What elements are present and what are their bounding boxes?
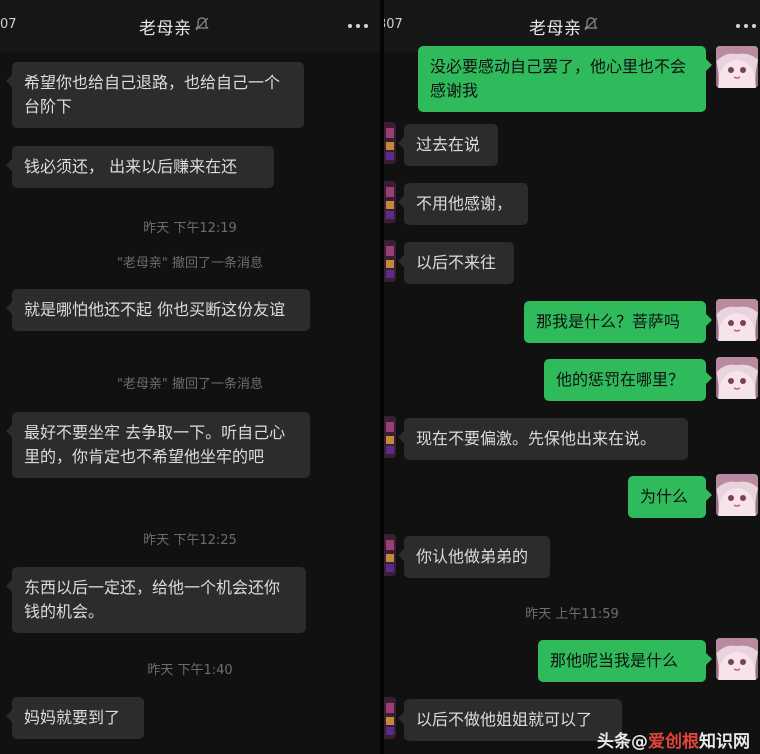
timestamp: 昨天 下午12:19 [143,221,237,236]
left-chat-screen: 07 老母亲 希望你也给自己退路，也给自己一个台阶下 钱必须还， 出来以后赚来在… [0,0,380,754]
unread-count[interactable]: 307 [384,17,403,32]
message-incoming: 最好不要坐牢 去争取一下。听自己心里的，你肯定也不希望他坐牢的吧 [6,412,310,478]
recall-notice: "老母亲" 撤回了一条消息 [116,377,264,392]
message-incoming: 你认他做弟弟的 [398,536,550,578]
message-incoming: 以后不来往 [398,242,514,284]
mute-icon [584,17,598,31]
message-incoming: 现在不要偏激。先保他出来在说。 [398,418,688,460]
my-avatar[interactable] [716,474,758,516]
message-outgoing: 他的惩罚在哪里？ [544,359,712,401]
unread-count[interactable]: 07 [0,17,17,32]
timestamp: 昨天 下午12:25 [143,533,237,548]
my-avatar[interactable] [716,46,758,88]
contact-avatar[interactable] [384,416,396,458]
watermark: 头条@爱创根知识网 [597,732,750,752]
message-incoming: 钱必须还， 出来以后赚来在还 [6,146,274,188]
recall-notice: "老母亲" 撤回了一条消息 [116,256,264,271]
chat-header: 307 老母亲 [384,0,760,52]
message-incoming: 东西以后一定还，给他一个机会还你钱的机会。 [6,567,306,633]
my-avatar[interactable] [716,299,758,341]
message-outgoing: 为什么 [628,476,712,518]
contact-avatar[interactable] [384,181,396,223]
more-options-icon[interactable] [348,24,370,30]
my-avatar[interactable] [716,357,758,399]
mute-icon [195,17,209,31]
timestamp: 昨天 上午11:59 [525,607,619,622]
contact-avatar[interactable] [384,697,396,739]
message-incoming: 不用他感谢， [398,183,528,225]
message-outgoing: 那他呢当我是什么 [538,640,712,682]
message-outgoing: 那我是什么？菩萨吗 [524,301,712,343]
contact-avatar[interactable] [384,240,396,282]
message-outgoing: 没必要感动自己罢了，他心里也不会感谢我 [418,46,712,112]
contact-avatar[interactable] [384,534,396,576]
message-incoming: 就是哪怕他还不起 你也买断这份友谊 [6,289,310,331]
timestamp: 昨天 下午1:40 [147,663,233,678]
right-chat-screen: 307 老母亲 没必要感动自己罢了，他心里也不会感谢我 过去在说 不用他感谢， … [384,0,760,754]
chat-title: 老母亲 [139,19,192,39]
contact-avatar[interactable] [384,122,396,164]
more-options-icon[interactable] [736,24,758,30]
my-avatar[interactable] [716,638,758,680]
message-incoming: 以后不做他姐姐就可以了 [398,699,622,741]
message-incoming: 过去在说 [398,124,498,166]
message-incoming: 希望你也给自己退路，也给自己一个台阶下 [6,62,304,128]
chat-header: 07 老母亲 [0,0,380,52]
chat-title: 老母亲 [529,19,582,39]
message-incoming: 妈妈就要到了 [6,697,144,739]
